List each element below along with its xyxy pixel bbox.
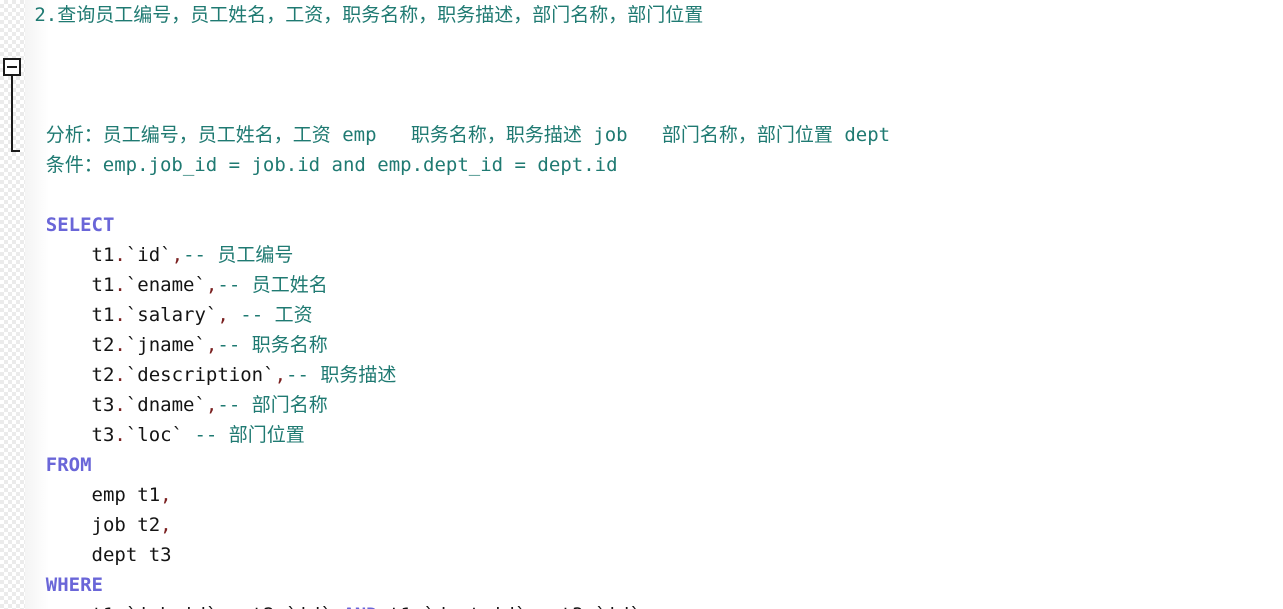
sql-editor[interactable]: -- 2.查询员工编号，员工姓名，工资，职务名称，职务描述，部门名称，部门位置 /… xyxy=(0,0,1283,609)
code-token-kw: WHERE xyxy=(45,574,103,596)
code-token-id: t1 xyxy=(378,604,412,609)
code-token-pn: , xyxy=(171,244,184,266)
code-token-cm: -- 职务描述 xyxy=(286,364,397,386)
code-line[interactable]: FROM xyxy=(0,450,1283,480)
code-token-cm: -- 工资 xyxy=(228,304,313,326)
fold-range-end xyxy=(11,150,20,152)
code-token-id xyxy=(332,604,343,609)
code-token-pn: . xyxy=(114,244,126,266)
code-line[interactable]: t3.`loc` -- 部门位置 xyxy=(0,420,1283,450)
code-token-op: = xyxy=(217,604,251,609)
code-token-id: dept t3 xyxy=(0,544,172,566)
code-token-pn: . xyxy=(114,604,125,609)
code-token-pn: . xyxy=(114,364,126,386)
code-token-kw: FROM xyxy=(45,454,92,476)
code-token-bt: `job_id` xyxy=(126,604,218,609)
code-line[interactable] xyxy=(0,30,1283,60)
code-token-cm: -- 部门名称 xyxy=(217,394,328,416)
code-token-pn: , xyxy=(160,514,172,536)
code-line[interactable]: t2.`description`,-- 职务描述 xyxy=(0,360,1283,390)
code-line[interactable]: t1.`ename`,-- 员工姓名 xyxy=(0,270,1283,300)
code-token-cm: -- 2.查询员工编号，员工姓名，工资，职务名称，职务描述，部门名称，部门位置 xyxy=(0,4,704,26)
code-token-bt: `id` xyxy=(286,604,332,609)
code-line[interactable]: 条件：emp.job_id = job.id and emp.dept_id =… xyxy=(0,150,1283,180)
code-token-kw: AND xyxy=(343,604,377,609)
code-token-bt: `loc` xyxy=(125,424,184,446)
code-line[interactable]: t1.`job_id` = t2.`id` AND t1.`dept_id` =… xyxy=(0,600,1283,609)
code-line[interactable]: t1.`id`,-- 员工编号 xyxy=(0,240,1283,270)
fold-range-line xyxy=(11,76,13,152)
code-token-bt: `dept_id` xyxy=(423,604,526,609)
code-token-pn: , xyxy=(217,304,229,326)
code-token-kw: SELECT xyxy=(45,214,115,236)
code-token-pn: . xyxy=(412,604,423,609)
code-token-pn: ; xyxy=(641,604,652,609)
code-token-cm: -- 部门位置 xyxy=(183,424,305,446)
code-token-bt: `salary` xyxy=(125,304,218,326)
code-line[interactable]: -- 2.查询员工编号，员工姓名，工资，职务名称，职务描述，部门名称，部门位置 xyxy=(0,0,1283,30)
code-token-pn: . xyxy=(584,604,595,609)
code-token-pn: . xyxy=(275,604,286,609)
code-token-op: = xyxy=(526,604,560,609)
code-token-bt: `id` xyxy=(125,244,172,266)
code-token-pn: , xyxy=(274,364,287,386)
code-token-pn: . xyxy=(114,424,126,446)
code-token-cm: -- 员工编号 xyxy=(183,244,294,266)
code-token-pn: , xyxy=(205,394,218,416)
code-token-cm: -- 职务名称 xyxy=(217,334,328,356)
code-line[interactable]: t1.`salary`, -- 工资 xyxy=(0,300,1283,330)
code-token-cm: 条件：emp.job_id = job.id and emp.dept_id =… xyxy=(0,154,618,176)
code-line[interactable]: emp t1, xyxy=(0,480,1283,510)
code-token-cm: 分析：员工编号，员工姓名，工资 emp 职务名称，职务描述 job 部门名称，部… xyxy=(0,124,891,146)
code-token-bt: `ename` xyxy=(125,274,206,296)
code-token-pn: . xyxy=(114,304,126,326)
code-line[interactable]: 分析：员工编号，员工姓名，工资 emp 职务名称，职务描述 job 部门名称，部… xyxy=(0,120,1283,150)
code-line[interactable]: SELECT xyxy=(0,210,1283,240)
code-line[interactable]: WHERE xyxy=(0,570,1283,600)
code-token-bt: `id` xyxy=(595,604,641,609)
code-line[interactable]: dept t3 xyxy=(0,540,1283,570)
code-token-pn: , xyxy=(160,484,172,506)
code-token-bt: `jname` xyxy=(125,334,206,356)
code-line[interactable]: /* xyxy=(0,60,1283,90)
code-line[interactable]: job t2, xyxy=(0,510,1283,540)
code-line[interactable]: */ xyxy=(0,180,1283,210)
code-content[interactable]: -- 2.查询员工编号，员工姓名，工资，职务名称，职务描述，部门名称，部门位置 /… xyxy=(0,0,1283,609)
fold-collapse-icon[interactable] xyxy=(3,58,21,76)
code-token-pn: , xyxy=(205,274,218,296)
code-line[interactable]: t2.`jname`,-- 职务名称 xyxy=(0,330,1283,360)
code-token-pn: . xyxy=(114,394,126,416)
code-token-bt: `dname` xyxy=(125,394,206,416)
code-token-pn: . xyxy=(114,334,126,356)
code-token-id: t3 xyxy=(561,604,584,609)
code-line[interactable] xyxy=(0,90,1283,120)
code-token-pn: , xyxy=(205,334,218,356)
code-token-id: t2 xyxy=(252,604,275,609)
code-token-pn: . xyxy=(114,274,126,296)
code-token-cm: -- 员工姓名 xyxy=(217,274,328,296)
code-token-bt: `description` xyxy=(125,364,275,386)
code-line[interactable]: t3.`dname`,-- 部门名称 xyxy=(0,390,1283,420)
